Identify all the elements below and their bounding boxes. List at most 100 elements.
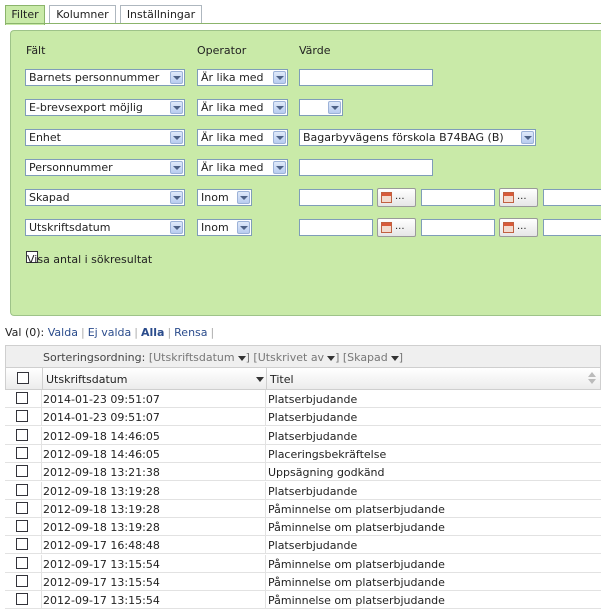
row-date: 2012-09-18 13:19:28 [43, 502, 160, 516]
table-row[interactable]: 2012-09-17 13:15:54 Påminnelse om platser… [5, 573, 601, 591]
utskriftsdatum-extra-input[interactable] [543, 219, 601, 236]
tab-underline [5, 23, 601, 24]
calendar-icon [381, 222, 392, 233]
chevron-down-icon [170, 221, 183, 234]
utskriftsdatum-to-calendar-button[interactable]: ... [499, 218, 538, 237]
table-row[interactable]: 2012-09-18 14:46:05 Platserbjudande [5, 426, 601, 445]
table-row[interactable]: 2012-09-18 13:19:28 Påminnelse om platser… [5, 499, 601, 518]
table-row[interactable]: 2012-09-18 14:46:05 Placeringsbekräftelse [5, 444, 601, 463]
table-row[interactable]: 2012-09-17 13:15:54 Påminnelse om platser… [5, 554, 601, 573]
sort-option-skapad[interactable]: ] [Skapad [335, 351, 388, 364]
table-row[interactable]: 2014-01-23 09:51:07 Platserbjudande [5, 390, 601, 408]
row-checkbox[interactable] [16, 465, 28, 478]
utskriftsdatum-to-input[interactable] [421, 219, 495, 236]
row-checkbox[interactable] [16, 520, 28, 533]
row-title: Platserbjudande [268, 411, 358, 425]
value-input-personnummer[interactable] [299, 159, 433, 176]
row-date: 2012-09-18 14:46:05 [43, 429, 160, 443]
table-row[interactable]: 2012-09-18 13:21:38 Uppsägning godkänd [5, 463, 601, 482]
column-header-row: Utskriftsdatum Titel [5, 368, 601, 390]
sort-option-utskriftsdatum[interactable]: [Utskriftsdatum [149, 351, 235, 364]
row-checkbox[interactable] [16, 410, 28, 423]
row-checkbox[interactable] [16, 556, 28, 569]
tab-filter[interactable]: Filter [5, 5, 45, 25]
field-select-utskriftsdatum[interactable]: Utskriftsdatum [25, 219, 185, 236]
chevron-down-icon [170, 101, 183, 114]
operator-select-6[interactable]: Inom [197, 219, 252, 236]
chevron-down-icon [170, 161, 183, 174]
skapad-from-calendar-button[interactable]: ... [377, 188, 416, 207]
chevron-down-icon [273, 161, 286, 174]
value-select-enhet[interactable]: Bagarbyvägens förskola B74BAG (B) [299, 129, 536, 146]
utskriftsdatum-from-input[interactable] [299, 219, 373, 236]
skapad-extra-input[interactable] [543, 189, 601, 206]
column-header-utskriftsdatum[interactable]: Utskriftsdatum [46, 373, 128, 386]
row-date: 2012-09-18 14:46:05 [43, 447, 160, 461]
field-select-enhet[interactable]: Enhet [25, 129, 185, 146]
column-header-titel[interactable]: Titel [270, 373, 294, 386]
operator-select-2[interactable]: Är lika med [197, 99, 288, 116]
chevron-down-icon [170, 131, 183, 144]
row-checkbox[interactable] [16, 538, 28, 551]
operator-select-4[interactable]: Är lika med [197, 159, 288, 176]
sort-descending-icon [256, 377, 264, 382]
row-checkbox[interactable] [16, 501, 28, 514]
field-select-barnets-personnummer[interactable]: Barnets personnummer [25, 69, 185, 86]
row-date: 2014-01-23 09:51:07 [43, 411, 160, 425]
field-select-skapad[interactable]: Skapad [25, 189, 185, 206]
row-checkbox[interactable] [16, 428, 28, 441]
select-all-checkbox[interactable] [17, 372, 29, 384]
chevron-down-icon [273, 71, 286, 84]
row-title: Platserbjudande [268, 539, 358, 553]
row-checkbox[interactable] [16, 483, 28, 496]
row-checkbox[interactable] [16, 575, 28, 587]
row-title: Påminnelse om platserbjudande [268, 594, 445, 608]
row-checkbox[interactable] [16, 593, 28, 606]
row-date: 2014-01-23 09:51:07 [43, 393, 160, 406]
value-select-ebrevsexport[interactable] [299, 99, 343, 116]
sort-direction-icon[interactable] [327, 355, 336, 361]
chevron-down-icon [328, 101, 341, 114]
sort-toggle-icon[interactable] [588, 372, 596, 384]
table-row[interactable]: 2012-09-17 16:48:48 Platserbjudande [5, 536, 601, 555]
skapad-from-input[interactable] [299, 189, 373, 206]
utskriftsdatum-from-calendar-button[interactable]: ... [377, 218, 416, 237]
chevron-down-icon [273, 101, 286, 114]
row-date: 2012-09-17 16:48:48 [43, 539, 160, 553]
value-input-barnets-personnummer[interactable] [299, 69, 433, 86]
row-title: Uppsägning godkänd [268, 466, 385, 480]
operator-select-5[interactable]: Inom [197, 189, 252, 206]
row-checkbox[interactable] [16, 446, 28, 459]
tab-installningar[interactable]: Inställningar [120, 5, 202, 23]
row-date: 2012-09-18 13:21:38 [43, 466, 160, 480]
chevron-down-icon [170, 191, 183, 204]
skapad-to-input[interactable] [421, 189, 495, 206]
row-title: Påminnelse om platserbjudande [268, 502, 445, 516]
field-select-ebrevsexport[interactable]: E-brevsexport möjlig [25, 99, 185, 116]
row-title: Platserbjudande [268, 484, 358, 498]
skapad-to-calendar-button[interactable]: ... [499, 188, 538, 207]
sort-direction-icon[interactable] [390, 355, 399, 361]
operator-select-3[interactable]: Är lika med [197, 129, 288, 146]
table-row[interactable]: 2014-01-23 09:51:07 Platserbjudande [5, 408, 601, 427]
selected-link[interactable]: Valda [48, 326, 78, 339]
calendar-icon [381, 192, 392, 203]
table-row[interactable]: 2012-09-18 13:19:28 Platserbjudande [5, 481, 601, 500]
row-date: 2012-09-18 13:19:28 [43, 484, 160, 498]
value-header: Värde [299, 44, 331, 57]
selection-bar: Val (0): Valda | Ej valda | Alla | Rensa | [5, 326, 215, 339]
row-checkbox[interactable] [16, 392, 28, 404]
table-row[interactable]: 2012-09-18 13:19:28 Påminnelse om platser… [5, 518, 601, 537]
sort-order-label: Sorteringsordning: [43, 351, 146, 364]
sort-direction-icon[interactable] [237, 355, 246, 361]
table-row[interactable]: 2012-09-17 13:15:54 Påminnelse om platser… [5, 591, 601, 610]
row-title: Påminnelse om platserbjudande [268, 576, 445, 589]
tab-kolumner[interactable]: Kolumner [49, 5, 116, 23]
operator-select-1[interactable]: Är lika med [197, 69, 288, 86]
all-link[interactable]: Alla [141, 326, 164, 339]
field-select-personnummer[interactable]: Personnummer [25, 159, 185, 176]
chevron-down-icon [237, 221, 250, 234]
not-selected-link[interactable]: Ej valda [88, 326, 132, 339]
clear-link[interactable]: Rensa [174, 326, 207, 339]
sort-option-utskrivet-av[interactable]: ] [Utskrivet av [246, 351, 324, 364]
